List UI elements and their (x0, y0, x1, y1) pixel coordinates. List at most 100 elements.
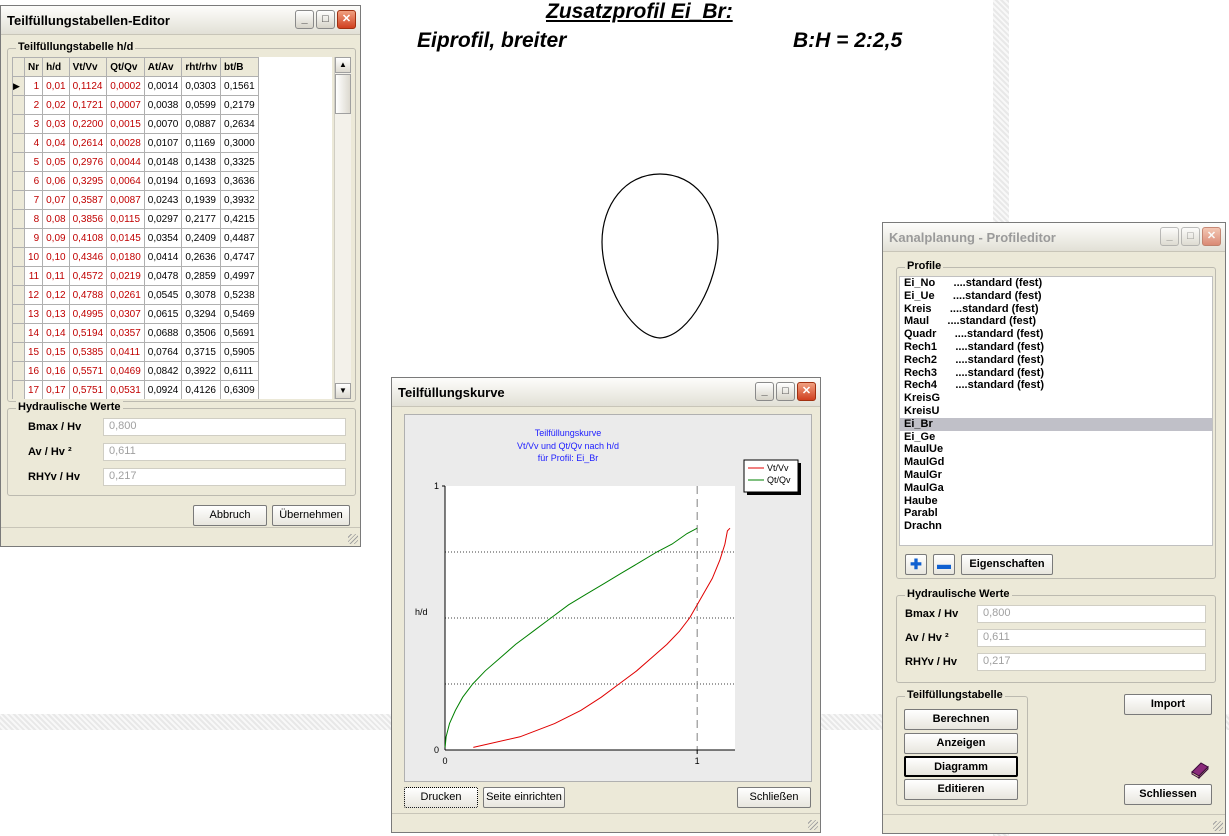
table-cell[interactable]: 0,1124 (68, 76, 108, 96)
table-cell[interactable]: 0,10 (42, 247, 70, 267)
profile-list-item[interactable]: Ei_Ge (900, 431, 1212, 444)
table-cell[interactable]: 0,1721 (68, 95, 108, 115)
table-cell[interactable]: 8 (23, 209, 44, 229)
resize-grip[interactable] (808, 820, 818, 830)
titlebar[interactable]: Teilfüllungstabellen-Editor _ □ ✕ (1, 6, 360, 35)
table-cell[interactable]: 0,0243 (143, 190, 183, 210)
show-button[interactable]: Anzeigen (904, 733, 1018, 754)
profile-list-item[interactable]: Rech3 ....standard (fest) (900, 367, 1212, 380)
minimize-button[interactable]: _ (1160, 227, 1179, 246)
profile-list-item[interactable]: MaulGa (900, 482, 1212, 495)
table-cell[interactable]: 0,0087 (106, 190, 145, 210)
table-cell[interactable]: 0,2200 (68, 114, 108, 134)
table-cell[interactable]: 0,4788 (68, 285, 108, 305)
column-header[interactable]: bt/B (220, 57, 259, 77)
table-cell[interactable]: 2 (23, 95, 44, 115)
row-selector[interactable] (12, 209, 25, 229)
column-header[interactable]: Vt/Vv (68, 57, 108, 77)
table-cell[interactable]: 0,1169 (181, 133, 222, 153)
table-cell[interactable]: 0,5385 (68, 342, 108, 362)
table-cell[interactable]: 0,07 (42, 190, 70, 210)
table-cell[interactable]: 0,0044 (106, 152, 145, 172)
row-selector[interactable] (12, 361, 25, 381)
profile-list-item[interactable]: Parabl (900, 507, 1212, 520)
table-cell[interactable]: 0,2976 (68, 152, 108, 172)
table-cell[interactable]: 0,0688 (143, 323, 183, 343)
rhy-field[interactable]: 0,217 (103, 468, 346, 486)
table-cell[interactable]: 0,3325 (220, 152, 259, 172)
scroll-down-button[interactable]: ▼ (335, 383, 351, 399)
table-cell[interactable]: 0,01 (42, 76, 70, 96)
table-cell[interactable]: 0,11 (42, 266, 70, 286)
table-cell[interactable]: 0,0924 (143, 380, 183, 399)
table-cell[interactable]: 0,06 (42, 171, 70, 191)
table-cell[interactable]: 13 (23, 304, 44, 324)
table-cell[interactable]: 0,3932 (220, 190, 259, 210)
table-cell[interactable]: 1 (23, 76, 44, 96)
row-selector[interactable] (12, 171, 25, 191)
profile-list-item[interactable]: Ei_Ue ....standard (fest) (900, 290, 1212, 303)
table-cell[interactable]: 0,4346 (68, 247, 108, 267)
table-row[interactable]: 2 0,02 0,1721 0,0007 0,0038 0,0599 0,2179 (12, 95, 259, 115)
maximize-button[interactable]: □ (316, 10, 335, 29)
table-cell[interactable]: 0,3856 (68, 209, 108, 229)
table-cell[interactable]: 0,0303 (181, 76, 222, 96)
table-row[interactable]: 12 0,12 0,4788 0,0261 0,0545 0,3078 0,5238 (12, 285, 259, 305)
row-selector[interactable] (12, 133, 25, 153)
profile-list-item[interactable]: Quadr ....standard (fest) (900, 328, 1212, 341)
table-cell[interactable]: 0,0357 (106, 323, 145, 343)
table-cell[interactable]: 0,2634 (220, 114, 259, 134)
table-cell[interactable]: 0,14 (42, 323, 70, 343)
profile-list-item[interactable]: Rech1 ....standard (fest) (900, 341, 1212, 354)
row-selector[interactable] (12, 266, 25, 286)
profile-list-item[interactable]: Rech4 ....standard (fest) (900, 379, 1212, 392)
table-row[interactable]: 11 0,11 0,4572 0,0219 0,0478 0,2859 0,4997 (12, 266, 259, 286)
table-cell[interactable]: 0,5751 (68, 380, 108, 399)
maximize-button[interactable]: □ (1181, 227, 1200, 246)
table-cell[interactable]: 0,0469 (106, 361, 145, 381)
page-setup-button[interactable]: Seite einrichten (483, 787, 565, 808)
table-row[interactable]: 9 0,09 0,4108 0,0145 0,0354 0,2409 0,4487 (12, 228, 259, 248)
table-cell[interactable]: 0,0194 (143, 171, 183, 191)
rhy-field[interactable]: 0,217 (977, 653, 1206, 671)
table-cell[interactable]: 0,3294 (181, 304, 222, 324)
profile-list-item[interactable]: Maul ....standard (fest) (900, 315, 1212, 328)
table-cell[interactable]: 0,4215 (220, 209, 259, 229)
table-row[interactable]: 4 0,04 0,2614 0,0028 0,0107 0,1169 0,3000 (12, 133, 259, 153)
table-cell[interactable]: 0,0038 (143, 95, 183, 115)
resize-grip[interactable] (1213, 821, 1223, 831)
row-selector[interactable] (12, 304, 25, 324)
profile-list[interactable]: Ei_No ....standard (fest) Ei_Ue ....stand… (899, 276, 1213, 546)
profile-list-item[interactable]: MaulGd (900, 456, 1212, 469)
table-cell[interactable]: 0,0145 (106, 228, 145, 248)
table-cell[interactable]: 0,3715 (181, 342, 222, 362)
table-cell[interactable]: 0,0070 (143, 114, 183, 134)
table-cell[interactable]: 12 (23, 285, 44, 305)
table-cell[interactable]: 0,4487 (220, 228, 259, 248)
table-cell[interactable]: 0,3922 (181, 361, 222, 381)
table-cell[interactable]: 14 (23, 323, 44, 343)
minimize-button[interactable]: _ (755, 382, 774, 401)
add-profile-button[interactable]: ✚ (905, 554, 927, 575)
table-cell[interactable]: 0,4997 (220, 266, 259, 286)
table-cell[interactable]: 0,13 (42, 304, 70, 324)
table-cell[interactable]: 5 (23, 152, 44, 172)
import-button[interactable]: Import (1124, 694, 1212, 715)
table-cell[interactable]: 0,1939 (181, 190, 222, 210)
table-cell[interactable]: 10 (23, 247, 44, 267)
titlebar[interactable]: Kanalplanung - Profileditor _ □ ✕ (883, 223, 1225, 252)
av-field[interactable]: 0,611 (977, 629, 1206, 647)
table-cell[interactable]: 4 (23, 133, 44, 153)
profile-list-item[interactable]: Drachn (900, 520, 1212, 533)
table-cell[interactable]: 0,03 (42, 114, 70, 134)
table-cell[interactable]: 0,5905 (220, 342, 259, 362)
table-cell[interactable]: 0,5194 (68, 323, 108, 343)
row-selector[interactable] (12, 190, 25, 210)
calculate-button[interactable]: Berechnen (904, 709, 1018, 730)
table-row[interactable]: 6 0,06 0,3295 0,0064 0,0194 0,1693 0,3636 (12, 171, 259, 191)
table-row[interactable]: 7 0,07 0,3587 0,0087 0,0243 0,1939 0,3932 (12, 190, 259, 210)
table-row[interactable]: 3 0,03 0,2200 0,0015 0,0070 0,0887 0,2634 (12, 114, 259, 134)
table-cell[interactable]: 0,3078 (181, 285, 222, 305)
table-row[interactable]: 13 0,13 0,4995 0,0307 0,0615 0,3294 0,5469 (12, 304, 259, 324)
table-cell[interactable]: 0,0764 (143, 342, 183, 362)
